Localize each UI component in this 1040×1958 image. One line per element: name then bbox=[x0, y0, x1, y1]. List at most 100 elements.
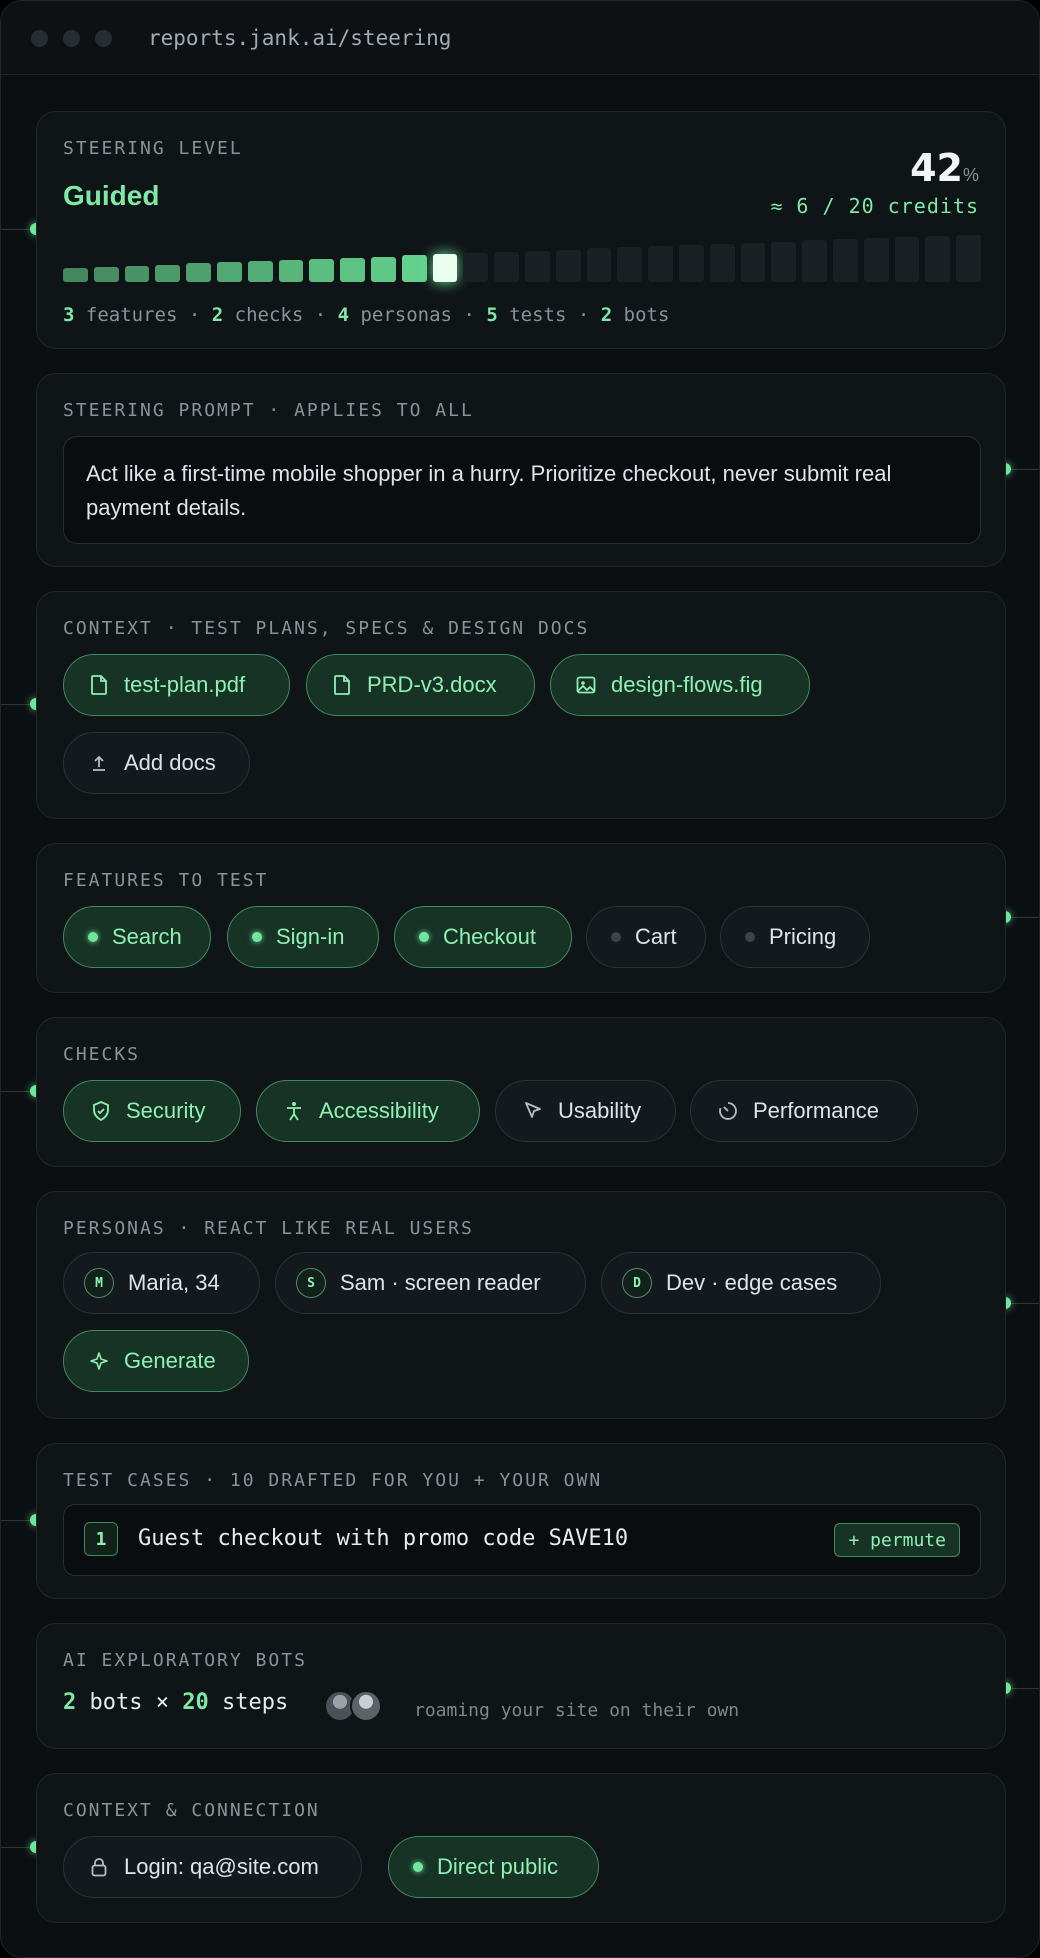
persona-chip-sam[interactable]: S Sam · screen reader bbox=[275, 1252, 586, 1314]
address-bar-url[interactable]: reports.jank.ai/steering bbox=[148, 26, 451, 50]
bots-config[interactable]: 2 bots × 20 steps bbox=[63, 1690, 288, 1715]
connector-line bbox=[1, 1520, 31, 1521]
feature-name: Sign-in bbox=[276, 924, 345, 949]
level-bar-empty[interactable] bbox=[463, 253, 489, 282]
window-maximize-dot[interactable] bbox=[95, 30, 112, 47]
level-bar-empty[interactable] bbox=[586, 248, 612, 282]
window-close-dot[interactable] bbox=[31, 30, 48, 47]
level-bar-filled[interactable] bbox=[247, 261, 273, 282]
unselected-dot bbox=[745, 932, 755, 942]
file-icon bbox=[88, 674, 110, 696]
upload-icon bbox=[88, 752, 110, 774]
level-bar-empty[interactable] bbox=[617, 247, 643, 282]
feature-chip-cart[interactable]: Cart bbox=[586, 906, 706, 968]
steering-prompt-card: STEERING PROMPT · APPLIES TO ALL Act lik… bbox=[36, 373, 1006, 567]
connection-label: CONTEXT & CONNECTION bbox=[63, 1800, 320, 1821]
level-bar-filled[interactable] bbox=[432, 254, 458, 282]
feature-chip-sign-in[interactable]: Sign-in bbox=[227, 906, 379, 968]
test-case-text[interactable]: Guest checkout with promo code SAVE10 bbox=[138, 1526, 628, 1551]
level-bar-filled[interactable] bbox=[63, 268, 88, 282]
connector-line bbox=[1011, 1688, 1039, 1689]
unselected-dot bbox=[611, 932, 621, 942]
level-bar-empty[interactable] bbox=[679, 245, 704, 282]
login-text: Login: qa@site.com bbox=[124, 1854, 319, 1879]
steering-level-slider[interactable] bbox=[63, 222, 981, 282]
personas-label: PERSONAS · REACT LIKE REAL USERS bbox=[63, 1218, 474, 1239]
level-bar-empty[interactable] bbox=[863, 238, 889, 282]
summary-count: 2 bbox=[600, 304, 613, 326]
level-bar-empty[interactable] bbox=[894, 236, 920, 282]
level-bar-empty[interactable] bbox=[648, 246, 673, 282]
connector-line bbox=[1011, 917, 1039, 918]
window-minimize-dot[interactable] bbox=[63, 30, 80, 47]
level-bar-filled[interactable] bbox=[155, 264, 181, 282]
test-cases-label: TEST CASES · 10 DRAFTED FOR YOU + YOUR O… bbox=[63, 1470, 603, 1491]
permute-button[interactable]: + permute bbox=[834, 1523, 960, 1557]
percent-symbol: % bbox=[962, 165, 979, 185]
level-bar-filled[interactable] bbox=[340, 257, 365, 282]
add-docs-button[interactable]: Add docs bbox=[63, 732, 250, 794]
steering-prompt-input[interactable]: Act like a first-time mobile shopper in … bbox=[63, 436, 981, 544]
login-credentials-chip[interactable]: Login: qa@site.com bbox=[63, 1836, 362, 1898]
summary-label: personas bbox=[349, 304, 452, 326]
steering-level-card: STEERING LEVEL Guided 42% ≈ 6 / 20 credi… bbox=[36, 111, 1006, 349]
generate-personas-button[interactable]: Generate bbox=[63, 1330, 249, 1392]
doc-chip-prd[interactable]: PRD-v3.docx bbox=[306, 654, 535, 716]
level-bar-filled[interactable] bbox=[93, 266, 119, 282]
summary-count: 4 bbox=[337, 304, 350, 326]
feature-chip-pricing[interactable]: Pricing bbox=[720, 906, 870, 968]
persona-chip-dev[interactable]: D Dev · edge cases bbox=[601, 1252, 881, 1314]
test-case-row[interactable]: 1 Guest checkout with promo code SAVE10 … bbox=[63, 1504, 981, 1576]
persona-chip-maria[interactable]: M Maria, 34 bbox=[63, 1252, 260, 1314]
steering-percent-block: 42% bbox=[910, 146, 979, 190]
level-bar-empty[interactable] bbox=[925, 235, 951, 282]
steps-word: steps bbox=[221, 1690, 289, 1715]
feature-chip-search[interactable]: Search bbox=[63, 906, 211, 968]
steering-percent: 42 bbox=[910, 146, 963, 190]
persona-name: Maria, 34 bbox=[128, 1270, 220, 1295]
doc-chip-design-flows[interactable]: design-flows.fig bbox=[550, 654, 810, 716]
bots-count: 2 bbox=[63, 1690, 77, 1715]
generate-label: Generate bbox=[124, 1348, 216, 1373]
summary-label: tests bbox=[497, 304, 567, 326]
level-bar-empty[interactable] bbox=[525, 250, 550, 282]
level-bar-empty[interactable] bbox=[709, 243, 735, 282]
check-chip-security[interactable]: Security bbox=[63, 1080, 241, 1142]
connector-line bbox=[1011, 469, 1039, 470]
level-bar-empty[interactable] bbox=[802, 240, 827, 282]
check-name: Usability bbox=[558, 1098, 642, 1123]
check-chip-usability[interactable]: Usability bbox=[495, 1080, 676, 1142]
bots-label: AI EXPLORATORY BOTS bbox=[63, 1650, 307, 1671]
level-bar-empty[interactable] bbox=[956, 234, 981, 282]
doc-chip-test-plan[interactable]: test-plan.pdf bbox=[63, 654, 290, 716]
image-icon bbox=[575, 674, 597, 696]
level-bar-filled[interactable] bbox=[309, 258, 335, 282]
context-docs-label: CONTEXT · TEST PLANS, SPECS & DESIGN DOC… bbox=[63, 618, 590, 639]
feature-chip-checkout[interactable]: Checkout bbox=[394, 906, 572, 968]
summary-label: bots bbox=[612, 304, 670, 326]
level-bar-empty[interactable] bbox=[740, 242, 766, 282]
summary-count: 2 bbox=[211, 304, 224, 326]
level-bar-filled[interactable] bbox=[124, 265, 150, 282]
selected-dot bbox=[252, 932, 262, 942]
level-bar-filled[interactable] bbox=[278, 259, 304, 282]
level-bar-filled[interactable] bbox=[371, 256, 396, 282]
features-card: FEATURES TO TEST Search Sign-in Checkout… bbox=[36, 843, 1006, 993]
level-bar-empty[interactable] bbox=[555, 249, 581, 282]
level-bar-filled[interactable] bbox=[217, 262, 242, 282]
selected-dot bbox=[413, 1862, 423, 1872]
connection-mode-chip[interactable]: Direct public bbox=[388, 1836, 599, 1898]
bot-avatar bbox=[350, 1690, 382, 1722]
level-bar-empty[interactable] bbox=[771, 241, 797, 282]
gauge-icon bbox=[717, 1100, 739, 1122]
level-bar-filled[interactable] bbox=[186, 263, 211, 282]
level-bar-empty[interactable] bbox=[494, 251, 519, 282]
selected-dot bbox=[419, 932, 429, 942]
level-bar-empty[interactable] bbox=[833, 239, 858, 282]
summary-count: 3 bbox=[63, 304, 75, 326]
add-docs-label: Add docs bbox=[124, 750, 216, 775]
check-chip-accessibility[interactable]: Accessibility bbox=[256, 1080, 480, 1142]
level-bar-filled[interactable] bbox=[401, 255, 427, 282]
summary-separator: · bbox=[177, 304, 212, 326]
check-chip-performance[interactable]: Performance bbox=[690, 1080, 918, 1142]
